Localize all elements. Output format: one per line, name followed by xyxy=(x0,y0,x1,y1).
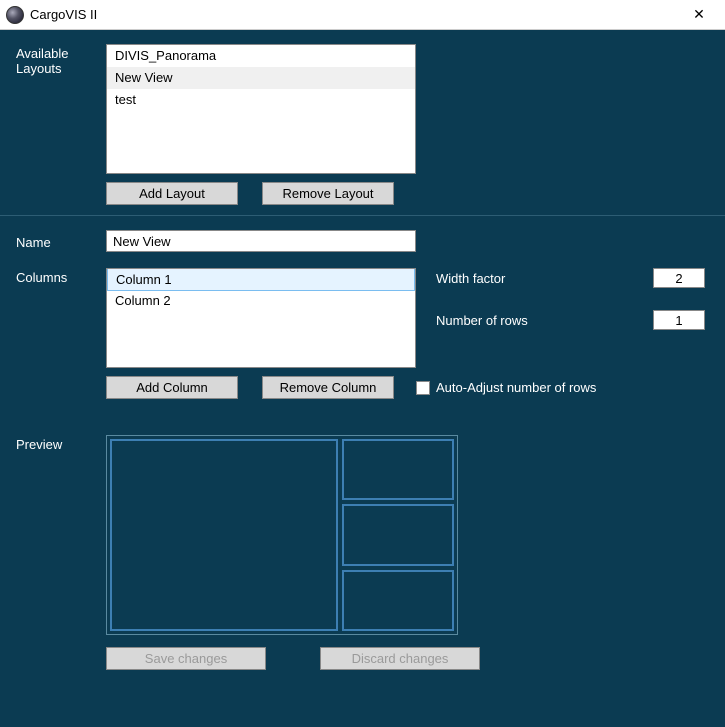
layout-item[interactable]: New View xyxy=(107,67,415,89)
window-title: CargoVIS II xyxy=(30,7,679,22)
close-icon: ✕ xyxy=(693,6,705,23)
layout-item[interactable]: DIVIS_Panorama xyxy=(107,45,415,67)
remove-column-button[interactable]: Remove Column xyxy=(262,376,394,399)
app-icon xyxy=(6,6,24,24)
preview-cell xyxy=(342,439,454,500)
available-layouts-label: Available Layouts xyxy=(16,44,106,76)
column-item[interactable]: Column 2 xyxy=(107,290,415,312)
column-item[interactable]: Column 1 xyxy=(107,268,415,291)
name-input[interactable] xyxy=(106,230,416,252)
add-layout-button[interactable]: Add Layout xyxy=(106,182,238,205)
number-of-rows-input[interactable] xyxy=(653,310,705,330)
separator xyxy=(0,215,725,216)
name-label: Name xyxy=(16,233,106,250)
preview-column-1 xyxy=(110,439,338,631)
width-factor-label: Width factor xyxy=(436,271,505,286)
columns-label: Columns xyxy=(16,268,106,285)
discard-changes-button[interactable]: Discard changes xyxy=(320,647,480,670)
preview-cell xyxy=(342,570,454,631)
auto-adjust-checkbox[interactable] xyxy=(416,381,430,395)
preview-column-2 xyxy=(342,439,454,631)
preview-cell xyxy=(342,504,454,565)
remove-layout-button[interactable]: Remove Layout xyxy=(262,182,394,205)
layouts-listbox[interactable]: DIVIS_Panorama New View test xyxy=(106,44,416,174)
add-column-button[interactable]: Add Column xyxy=(106,376,238,399)
titlebar: CargoVIS II ✕ xyxy=(0,0,725,30)
preview-label: Preview xyxy=(16,435,106,635)
width-factor-input[interactable] xyxy=(653,268,705,288)
layout-item[interactable]: test xyxy=(107,89,415,111)
close-button[interactable]: ✕ xyxy=(679,1,719,29)
auto-adjust-label: Auto-Adjust number of rows xyxy=(436,380,596,395)
columns-listbox[interactable]: Column 1 Column 2 xyxy=(106,268,416,368)
save-changes-button[interactable]: Save changes xyxy=(106,647,266,670)
number-of-rows-label: Number of rows xyxy=(436,313,528,328)
preview-area xyxy=(106,435,458,635)
